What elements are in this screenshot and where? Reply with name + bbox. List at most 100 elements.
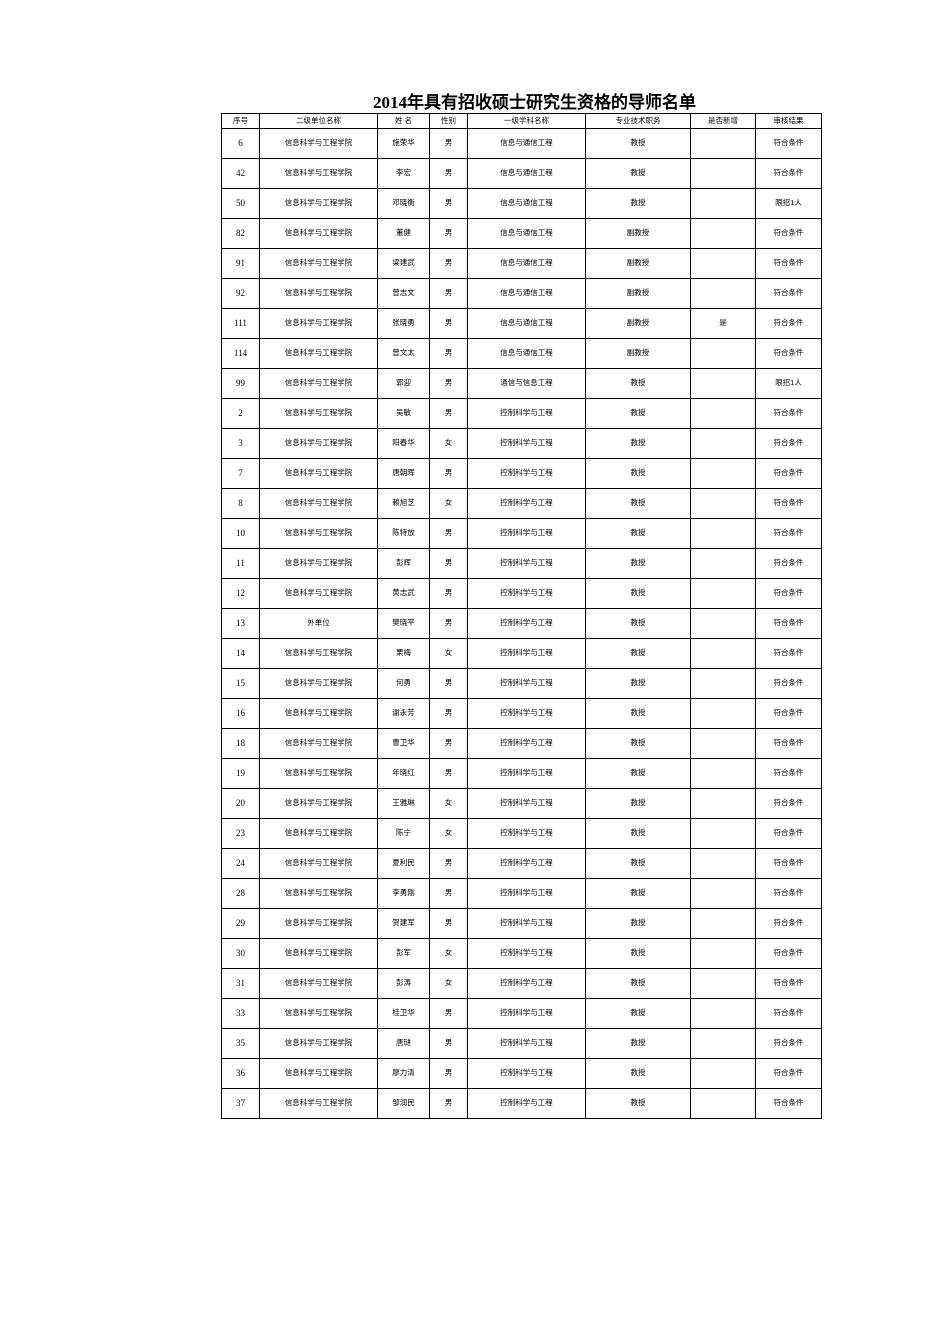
cell-no: 2	[221, 398, 260, 429]
cell-no: 18	[221, 728, 260, 759]
cell-no: 12	[221, 578, 260, 609]
cell-name: 曾志文	[377, 278, 430, 309]
cell-result: 符合条件	[755, 218, 822, 249]
cell-name: 王雅琳	[377, 788, 430, 819]
table-row: 20 信息科学与工程学院 王雅琳女控制科学与工程 教授 符合条件	[221, 788, 822, 819]
column-header-disc: 一级学科名称	[467, 113, 586, 129]
cell-unit: 信息科学与工程学院	[259, 278, 378, 309]
cell-no: 99	[221, 368, 260, 399]
cell-title: 教授	[585, 368, 691, 399]
cell-disc: 信息与通信工程	[467, 248, 586, 279]
cell-disc: 信息与通信工程	[467, 158, 586, 189]
cell-name: 年晓红	[377, 758, 430, 789]
cell-disc: 控制科学与工程	[467, 1028, 586, 1059]
table-row: 7 信息科学与工程学院 唐朝晖男控制科学与工程 教授 符合条件	[221, 458, 822, 489]
table-row: 37 信息科学与工程学院 邹润民男控制科学与工程 教授 符合条件	[221, 1088, 822, 1119]
cell-sex: 男	[429, 728, 468, 759]
cell-result: 符合条件	[755, 158, 822, 189]
cell-title: 副教授	[585, 278, 691, 309]
cell-title: 教授	[585, 578, 691, 609]
cell-title: 教授	[585, 878, 691, 909]
cell-unit: 信息科学与工程学院	[259, 218, 378, 249]
cell-title: 教授	[585, 968, 691, 999]
cell-unit: 信息科学与工程学院	[259, 788, 378, 819]
cell-isnew	[690, 728, 756, 759]
cell-disc: 信息与通信工程	[467, 188, 586, 219]
cell-unit: 信息科学与工程学院	[259, 488, 378, 519]
cell-name: 梁建武	[377, 248, 430, 279]
cell-isnew: 是	[690, 308, 756, 339]
cell-result: 符合条件	[755, 848, 822, 879]
cell-result: 符合条件	[755, 578, 822, 609]
cell-unit: 信息科学与工程学院	[259, 248, 378, 279]
cell-no: 7	[221, 458, 260, 489]
cell-name: 黄志武	[377, 578, 430, 609]
cell-name: 樊晓平	[377, 608, 430, 639]
cell-unit: 信息科学与工程学院	[259, 938, 378, 969]
cell-no: 3	[221, 428, 260, 459]
table-row: 6 信息科学与工程学院 施荣华男信息与通信工程 教授 符合条件	[221, 128, 822, 159]
cell-title: 教授	[585, 998, 691, 1029]
cell-title: 教授	[585, 1058, 691, 1089]
cell-disc: 信息与通信工程	[467, 218, 586, 249]
cell-name: 陈宁	[377, 818, 430, 849]
cell-no: 28	[221, 878, 260, 909]
cell-unit: 信息科学与工程学院	[259, 428, 378, 459]
cell-name: 董健	[377, 218, 430, 249]
cell-name: 彭涛	[377, 968, 430, 999]
cell-unit: 信息科学与工程学院	[259, 848, 378, 879]
cell-no: 15	[221, 668, 260, 699]
cell-isnew	[690, 878, 756, 909]
cell-sex: 男	[429, 158, 468, 189]
cell-disc: 控制科学与工程	[467, 998, 586, 1029]
cell-no: 92	[221, 278, 260, 309]
table-row: 99 信息科学与工程学院 郭迎男通信与信息工程 教授 限招1人	[221, 368, 822, 399]
cell-name: 张晓勇	[377, 308, 430, 339]
cell-sex: 男	[429, 998, 468, 1029]
cell-unit: 信息科学与工程学院	[259, 338, 378, 369]
cell-isnew	[690, 428, 756, 459]
cell-name: 谢永芳	[377, 698, 430, 729]
cell-result: 符合条件	[755, 248, 822, 279]
cell-title: 教授	[585, 488, 691, 519]
cell-no: 82	[221, 218, 260, 249]
cell-result: 符合条件	[755, 878, 822, 909]
cell-unit: 信息科学与工程学院	[259, 158, 378, 189]
table-row: 11 信息科学与工程学院 彭辉男控制科学与工程 教授 符合条件	[221, 548, 822, 579]
table-row: 19 信息科学与工程学院 年晓红男控制科学与工程 教授 符合条件	[221, 758, 822, 789]
cell-isnew	[690, 968, 756, 999]
cell-title: 教授	[585, 1028, 691, 1059]
cell-name: 唐琎	[377, 1028, 430, 1059]
cell-title: 教授	[585, 848, 691, 879]
table-body: 6 信息科学与工程学院 施荣华男信息与通信工程 教授 符合条件 42 信息科学与工程学院 李宏…	[221, 128, 822, 1119]
cell-no: 42	[221, 158, 260, 189]
page-title-text: 2014年具有招收硕士研究生资格的导师名单	[373, 93, 696, 112]
cell-result: 符合条件	[755, 548, 822, 579]
cell-no: 37	[221, 1088, 260, 1119]
cell-title: 教授	[585, 608, 691, 639]
cell-unit: 信息科学与工程学院	[259, 698, 378, 729]
table-row: 16 信息科学与工程学院 谢永芳男控制科学与工程 教授 符合条件	[221, 698, 822, 729]
cell-unit: 信息科学与工程学院	[259, 188, 378, 219]
cell-unit: 信息科学与工程学院	[259, 458, 378, 489]
table-row: 111 信息科学与工程学院 张晓勇男信息与通信工程 副教授是符合条件	[221, 308, 822, 339]
cell-isnew	[690, 638, 756, 669]
cell-sex: 男	[429, 578, 468, 609]
column-header-result: 审核结果	[755, 113, 822, 129]
cell-sex: 女	[429, 968, 468, 999]
cell-unit: 信息科学与工程学院	[259, 308, 378, 339]
cell-disc: 控制科学与工程	[467, 578, 586, 609]
cell-result: 符合条件	[755, 968, 822, 999]
cell-disc: 控制科学与工程	[467, 788, 586, 819]
cell-name: 何勇	[377, 668, 430, 699]
cell-disc: 控制科学与工程	[467, 398, 586, 429]
table-row: 30 信息科学与工程学院 彭军女控制科学与工程 教授 符合条件	[221, 938, 822, 969]
cell-isnew	[690, 938, 756, 969]
cell-name: 贺建军	[377, 908, 430, 939]
table-row: 82 信息科学与工程学院 董健男信息与通信工程 副教授 符合条件	[221, 218, 822, 249]
cell-sex: 男	[429, 218, 468, 249]
cell-no: 35	[221, 1028, 260, 1059]
cell-unit: 信息科学与工程学院	[259, 668, 378, 699]
cell-name: 廖力清	[377, 1058, 430, 1089]
cell-no: 6	[221, 128, 260, 159]
